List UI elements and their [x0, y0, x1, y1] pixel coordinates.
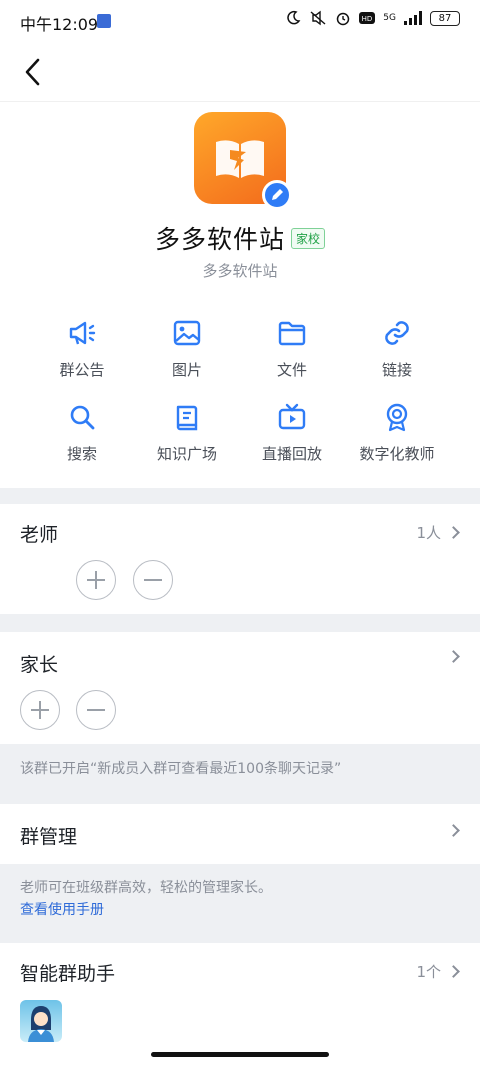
- teachers-count-link[interactable]: 1人: [416, 522, 460, 543]
- management-hint-text: 老师可在班级群高效，轻松的管理家长。: [20, 880, 272, 896]
- chevron-right-icon: [447, 824, 460, 837]
- group-avatar[interactable]: [194, 112, 292, 210]
- action-knowledge-square[interactable]: 知识广场: [127, 400, 247, 470]
- battery-icon: 87: [430, 10, 460, 26]
- home-indicator[interactable]: [151, 1052, 329, 1057]
- action-live-replay[interactable]: 直播回放: [232, 400, 352, 470]
- manual-link[interactable]: 查看使用手册: [20, 899, 470, 921]
- network-label: 5G: [383, 13, 396, 23]
- action-files[interactable]: 文件: [232, 316, 352, 386]
- teachers-section: 老师 1人: [0, 504, 480, 614]
- status-time: 中午12:09: [20, 15, 99, 34]
- teachers-title: 老师: [20, 524, 59, 546]
- notification-app-icon: [97, 14, 111, 28]
- teachers-count: 1人: [416, 524, 441, 542]
- group-management-row[interactable]: 群管理: [0, 804, 480, 864]
- image-icon: [173, 320, 201, 346]
- action-label: 知识广场: [156, 445, 217, 463]
- add-parent-button[interactable]: [20, 690, 60, 730]
- link-icon: [385, 321, 409, 345]
- action-label: 链接: [381, 361, 412, 379]
- folder-icon: [278, 321, 306, 346]
- status-bar: 中午12:09 HD 5G 87: [0, 0, 480, 42]
- assistant-section: 智能群助手 1个: [0, 943, 480, 1067]
- battery-level: 87: [438, 12, 452, 24]
- chevron-right-icon: [447, 965, 460, 978]
- parents-more-link[interactable]: [447, 650, 460, 663]
- search-icon: [70, 405, 95, 430]
- nav-bar: [0, 42, 480, 102]
- group-management-arrow: [447, 824, 460, 837]
- remove-parent-button[interactable]: [76, 690, 116, 730]
- chevron-right-icon: [447, 526, 460, 539]
- action-digital-teacher[interactable]: 数字化教师: [337, 400, 457, 470]
- action-label: 图片: [171, 361, 202, 379]
- edit-avatar-button[interactable]: [262, 180, 292, 210]
- group-management-title: 群管理: [20, 826, 78, 848]
- badge-icon: [386, 403, 408, 432]
- add-teacher-button[interactable]: [76, 560, 116, 600]
- assistant-count-link[interactable]: 1个: [416, 961, 460, 982]
- signal-icon: [404, 11, 422, 25]
- moon-icon: [287, 10, 301, 25]
- action-announcement[interactable]: 群公告: [22, 316, 142, 386]
- chevron-right-icon: [447, 650, 460, 663]
- management-hint: 老师可在班级群高效，轻松的管理家长。 查看使用手册: [20, 877, 470, 921]
- mute-icon: [310, 10, 326, 26]
- group-header: 多多软件站 家校 多多软件站 群公告 图片 文件 链接 搜索 知识广场 直播回放…: [0, 102, 480, 488]
- back-button[interactable]: [14, 52, 54, 92]
- action-label: 群公告: [59, 361, 105, 379]
- parents-title: 家长: [20, 654, 59, 676]
- status-icons: HD 5G 87: [285, 10, 460, 26]
- action-label: 搜索: [66, 445, 97, 463]
- action-label: 直播回放: [261, 445, 322, 463]
- group-type-tag: 家校: [291, 227, 326, 249]
- pencil-icon: [272, 189, 283, 200]
- book-icon: [176, 405, 198, 431]
- assistant-title: 智能群助手: [20, 963, 116, 985]
- history-notice: 该群已开启“新成员入群可查看最近100条聊天记录”: [20, 761, 342, 777]
- remove-teacher-button[interactable]: [133, 560, 173, 600]
- action-links[interactable]: 链接: [337, 316, 457, 386]
- action-label: 数字化教师: [359, 445, 435, 463]
- parents-section: 家长: [0, 632, 480, 744]
- assistant-count: 1个: [416, 963, 441, 981]
- group-title: 多多软件站 家校: [0, 220, 480, 256]
- action-label: 文件: [276, 361, 307, 379]
- teacher-avatar[interactable]: [20, 554, 64, 598]
- action-search[interactable]: 搜索: [22, 400, 142, 470]
- alarm-icon: [337, 12, 350, 26]
- group-name[interactable]: 多多软件站: [155, 225, 285, 254]
- group-subtitle: 多多软件站: [202, 262, 278, 280]
- tv-play-icon: [278, 403, 306, 430]
- action-images[interactable]: 图片: [127, 316, 247, 386]
- assistant-avatar[interactable]: [20, 1000, 62, 1042]
- svg-text:HD: HD: [362, 15, 373, 23]
- hd-icon: HD: [359, 12, 376, 24]
- chevron-left-icon: [25, 58, 40, 86]
- assistant-person-icon: [28, 1006, 54, 1042]
- megaphone-icon: [69, 321, 96, 345]
